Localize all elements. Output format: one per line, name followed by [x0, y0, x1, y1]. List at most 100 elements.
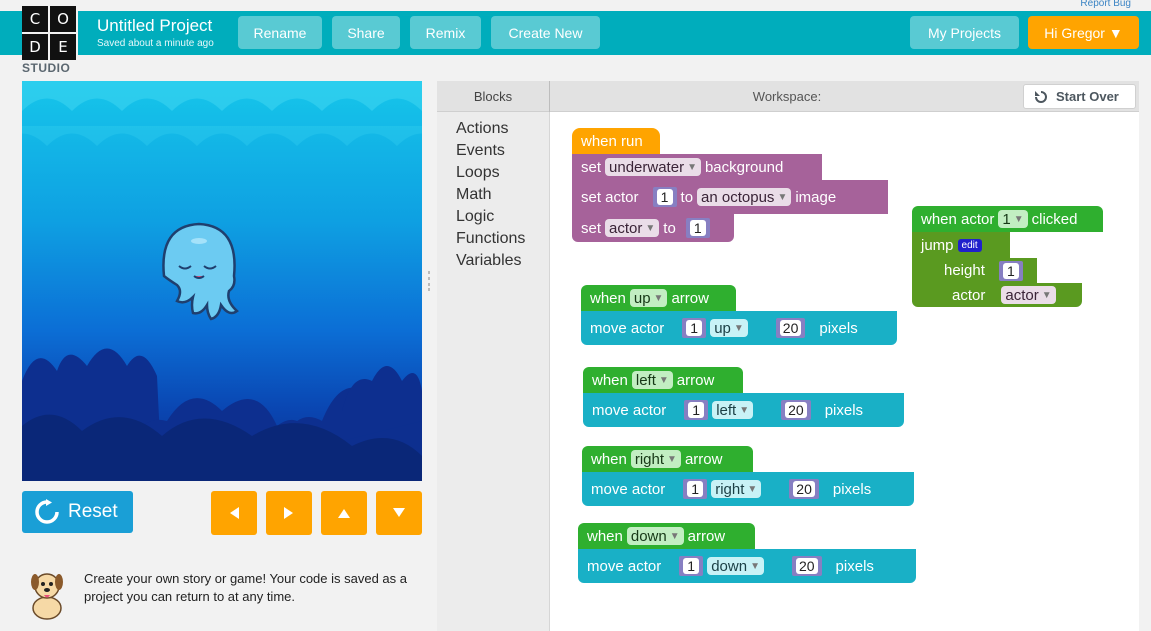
tip-text: Create your own story or game! Your code…: [84, 571, 408, 604]
jump-height-row: height 1: [912, 258, 1037, 283]
key-value: right: [634, 450, 665, 468]
reset-button[interactable]: Reset: [22, 491, 133, 533]
chevron-down-icon: ▼: [1041, 289, 1052, 301]
user-menu-button[interactable]: Hi Gregor ▼: [1028, 16, 1139, 49]
key-value: down: [630, 527, 667, 545]
left-arrow-button[interactable]: [211, 491, 257, 535]
distance-input[interactable]: 20: [789, 479, 819, 499]
key-dropdown-up[interactable]: up ▼: [629, 289, 668, 307]
when-run-label: when run: [581, 132, 643, 150]
move-actor-number[interactable]: 1: [679, 556, 704, 576]
when-label: when: [590, 289, 626, 307]
up-arrow-button[interactable]: [321, 491, 367, 535]
logo-letter-e: E: [50, 34, 76, 60]
chevron-down-icon: ▼: [669, 530, 680, 542]
pixels-label: pixels: [824, 401, 864, 419]
start-over-label: Start Over: [1056, 89, 1119, 104]
actor-number-input[interactable]: 1: [652, 187, 677, 207]
jump-actor-value: actor: [1005, 286, 1039, 304]
direction-dropdown[interactable]: up ▼: [710, 319, 748, 337]
variable-dropdown[interactable]: actor ▼: [605, 219, 660, 237]
start-over-button[interactable]: Start Over: [1023, 84, 1136, 109]
variable-number-input[interactable]: 1: [685, 218, 710, 238]
report-bug-link[interactable]: Report Bug: [1080, 0, 1131, 9]
category-events[interactable]: Events: [456, 142, 505, 160]
move-actor-left-block[interactable]: move actor 1 left ▼ 20 pixels: [583, 393, 904, 427]
pixels-label: pixels: [819, 319, 858, 337]
direction-value: left: [716, 401, 737, 419]
chevron-down-icon: ▼: [733, 322, 744, 334]
move-actor-down-block[interactable]: move actor 1 down ▼ 20 pixels: [578, 549, 916, 583]
down-arrow-icon: [393, 508, 405, 517]
height-number-input[interactable]: 1: [998, 260, 1023, 281]
move-actor-number[interactable]: 1: [683, 479, 708, 499]
key-value: left: [635, 371, 656, 389]
code-studio-logo[interactable]: C O D E STUDIO: [22, 6, 78, 76]
key-dropdown-right[interactable]: right ▼: [630, 450, 681, 468]
background-dropdown[interactable]: underwater ▼: [605, 158, 701, 176]
move-actor-number[interactable]: 1: [682, 318, 707, 338]
remix-button[interactable]: Remix: [410, 16, 481, 49]
direction-dropdown[interactable]: down ▼: [707, 557, 764, 575]
set-variable-block[interactable]: set actor ▼ to 1: [572, 214, 734, 242]
move-actor-number-value: 1: [687, 481, 704, 497]
direction-dropdown[interactable]: right ▼: [711, 480, 762, 498]
category-loops[interactable]: Loops: [456, 164, 500, 182]
chevron-down-icon: ▼: [777, 191, 788, 203]
when-up-arrow-block[interactable]: when up ▼ arrow: [581, 285, 736, 311]
jump-block[interactable]: jump edit: [912, 232, 1010, 258]
down-arrow-button[interactable]: [376, 491, 422, 535]
move-actor-number[interactable]: 1: [684, 400, 709, 420]
set-label: set: [581, 158, 602, 176]
workspace-panel: Blocks Workspace: Start Over Actions Eve…: [437, 81, 1139, 631]
distance-input[interactable]: 20: [781, 400, 811, 420]
when-label: when: [587, 527, 623, 545]
dog-icon: [31, 573, 63, 620]
category-actions[interactable]: Actions: [456, 120, 508, 138]
set-actor-image-block[interactable]: set actor 1 to an octopus ▼ image: [572, 180, 888, 214]
edit-function-button[interactable]: edit: [957, 238, 982, 252]
chevron-down-icon: ▼: [1013, 213, 1024, 225]
rename-button[interactable]: Rename: [238, 16, 322, 49]
right-arrow-button[interactable]: [266, 491, 312, 535]
play-stage[interactable]: [22, 81, 422, 481]
share-button[interactable]: Share: [332, 16, 400, 49]
variable-number-value: 1: [689, 220, 706, 236]
clicked-actor-value: 1: [1002, 210, 1011, 228]
jump-actor-dropdown[interactable]: actor ▼: [1001, 286, 1056, 304]
distance-input[interactable]: 20: [775, 318, 806, 338]
category-logic[interactable]: Logic: [456, 208, 494, 226]
key-dropdown-down[interactable]: down ▼: [626, 527, 684, 545]
category-variables[interactable]: Variables: [456, 252, 522, 270]
category-functions[interactable]: Functions: [456, 230, 525, 248]
set-background-block[interactable]: set underwater ▼ background: [572, 154, 822, 180]
move-actor-number-value: 1: [688, 402, 705, 418]
category-math[interactable]: Math: [456, 186, 492, 204]
arrow-label: arrow: [687, 527, 726, 545]
move-actor-right-block[interactable]: move actor 1 right ▼ 20 pixels: [582, 472, 914, 506]
distance-input[interactable]: 20: [791, 556, 822, 576]
my-projects-button[interactable]: My Projects: [910, 16, 1019, 49]
chevron-down-icon: ▼: [747, 483, 758, 495]
image-value: an octopus: [701, 188, 775, 206]
chevron-down-icon: ▼: [687, 161, 697, 173]
logo-studio-text: STUDIO: [22, 61, 71, 75]
when-down-arrow-block[interactable]: when down ▼ arrow: [578, 523, 755, 549]
image-dropdown[interactable]: an octopus ▼: [697, 188, 792, 206]
create-new-button[interactable]: Create New: [491, 16, 600, 49]
set-actor-label: set actor: [581, 188, 639, 206]
when-left-arrow-block[interactable]: when left ▼ arrow: [583, 367, 743, 393]
resize-grip-icon[interactable]: [427, 271, 431, 291]
height-label: height: [944, 262, 985, 279]
when-run-block[interactable]: when run: [572, 128, 660, 154]
key-dropdown-left[interactable]: left ▼: [631, 371, 673, 389]
chevron-down-icon: ▼: [645, 222, 656, 234]
when-actor-clicked-block[interactable]: when actor 1 ▼ clicked: [912, 206, 1103, 232]
when-right-arrow-block[interactable]: when right ▼ arrow: [582, 446, 753, 472]
direction-dropdown[interactable]: left ▼: [712, 401, 754, 419]
move-actor-up-block[interactable]: move actor 1 up ▼ 20 pixels: [581, 311, 897, 345]
pixels-label: pixels: [835, 557, 874, 575]
background-suffix: background: [704, 158, 784, 176]
octopus-actor[interactable]: [144, 221, 244, 321]
clicked-actor-dropdown[interactable]: 1 ▼: [998, 210, 1028, 228]
